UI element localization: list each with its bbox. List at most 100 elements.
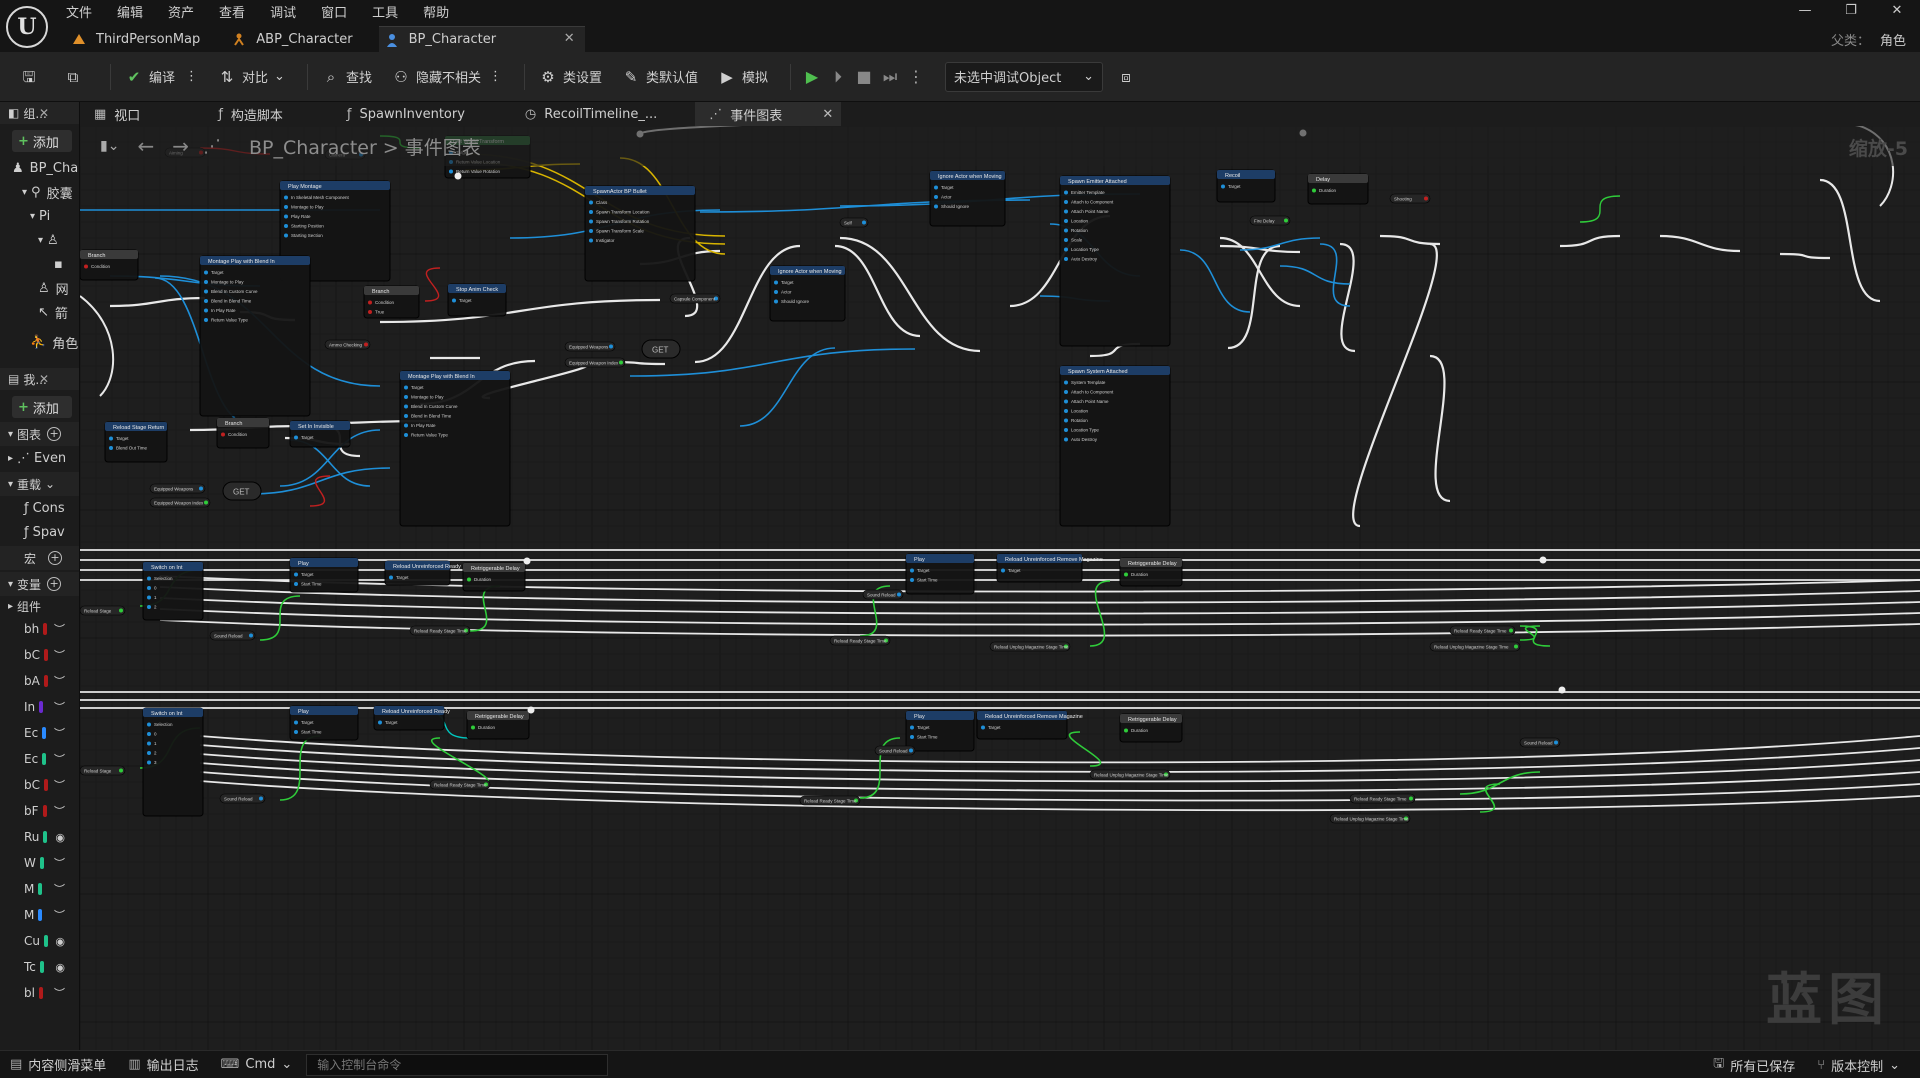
- eject-button[interactable]: ⏭︎: [877, 62, 903, 92]
- console-input[interactable]: 输入控制台命令: [306, 1053, 609, 1076]
- compile-button[interactable]: ✔ 编译 ⋮: [119, 62, 204, 92]
- eye-icon[interactable]: ◉: [55, 935, 65, 948]
- eye-closed-icon[interactable]: ︶: [54, 907, 65, 923]
- tab-abp-character[interactable]: ABP_Character: [226, 26, 366, 52]
- menu-window[interactable]: 窗口: [321, 0, 359, 22]
- bookmark-icon[interactable]: ▮⌄: [100, 138, 119, 154]
- play-button[interactable]: ▶: [799, 62, 825, 92]
- back-arrow-icon[interactable]: ←: [137, 134, 154, 158]
- tree-item-web[interactable]: ♙ 网: [0, 276, 79, 300]
- variable-item[interactable]: bC ︶: [0, 772, 79, 798]
- output-log-button[interactable]: ▥ 输出日志: [128, 1055, 198, 1074]
- variable-item[interactable]: Cu ◉: [0, 928, 79, 954]
- source-control-button[interactable]: ⑂ 版本控制 ⌄: [1817, 1056, 1900, 1075]
- add-member-button[interactable]: + 添加: [12, 396, 72, 418]
- variable-item[interactable]: bF ︶: [0, 798, 79, 824]
- add-variable-icon[interactable]: +: [47, 577, 62, 591]
- variable-item[interactable]: W ︶: [0, 850, 79, 876]
- variable-item[interactable]: M ︶: [0, 902, 79, 928]
- simulate-button[interactable]: ▶ 模拟: [712, 62, 774, 92]
- class-defaults-button[interactable]: ✎ 类默认值: [616, 62, 704, 92]
- menu-asset[interactable]: 资产: [168, 0, 206, 22]
- breadcrumb-root[interactable]: BP_Character: [249, 137, 377, 159]
- hide-options-icon[interactable]: ⋮: [489, 69, 502, 84]
- function-item-spawn[interactable]: ƒ Spav: [0, 520, 79, 544]
- add-graph-icon[interactable]: +: [47, 427, 62, 441]
- variable-item[interactable]: Tc ◉: [0, 954, 79, 980]
- eye-closed-icon[interactable]: ︶: [54, 985, 65, 1001]
- menu-edit[interactable]: 编辑: [117, 0, 155, 22]
- variable-item[interactable]: Ru ◉: [0, 824, 79, 850]
- tree-item-child[interactable]: ▪: [0, 252, 79, 276]
- tab-third-person-map[interactable]: ThirdPersonMap: [66, 26, 214, 52]
- function-item-construction[interactable]: ƒ Cons: [0, 496, 79, 520]
- menu-help[interactable]: 帮助: [423, 0, 461, 22]
- event-graph-canvas[interactable]: Get World TransformTargetReturn Value Lo…: [80, 126, 1920, 1050]
- forward-arrow-icon[interactable]: →: [172, 134, 189, 158]
- eye-closed-icon[interactable]: ︶: [54, 881, 65, 897]
- tab-spawn-inventory[interactable]: ƒ SpawnInventory: [333, 102, 479, 126]
- compile-options-icon[interactable]: ⋮: [185, 69, 198, 84]
- eye-closed-icon[interactable]: ︶: [54, 699, 65, 715]
- variable-item[interactable]: Ec ︶: [0, 746, 79, 772]
- tab-viewport[interactable]: ▦ 视口: [80, 102, 154, 126]
- eye-closed-icon[interactable]: ︶: [54, 725, 65, 741]
- debug-filter-button[interactable]: ⧈: [1111, 62, 1147, 92]
- close-panel-icon[interactable]: ✕: [39, 106, 49, 120]
- minimize-icon[interactable]: —: [1782, 0, 1828, 22]
- find-button[interactable]: ⌕ 查找: [316, 62, 378, 92]
- browse-button[interactable]: ⧉: [58, 62, 94, 92]
- eye-closed-icon[interactable]: ︶: [54, 751, 65, 767]
- eye-closed-icon[interactable]: ︶: [54, 803, 65, 819]
- save-button[interactable]: 🖫: [14, 62, 50, 92]
- stop-button[interactable]: ■: [851, 62, 877, 92]
- tab-recoil-timeline[interactable]: ◷ RecoilTimeline_...: [511, 102, 671, 126]
- eye-icon[interactable]: ◉: [55, 831, 65, 844]
- tree-item-root[interactable]: ♟ BP_Char: [0, 156, 79, 180]
- variable-item[interactable]: bA ︶: [0, 668, 79, 694]
- tree-item-capsule[interactable]: ▾ ⚲ 胶囊: [0, 180, 79, 204]
- variable-category-components[interactable]: ▸ 组件: [0, 596, 79, 616]
- section-variables[interactable]: ▾ 变量 +: [0, 572, 79, 596]
- section-macros[interactable]: 宏 +: [0, 546, 79, 570]
- add-component-button[interactable]: + 添加: [12, 130, 72, 152]
- all-saved-button[interactable]: 🖫 所有已保存: [1713, 1054, 1795, 1076]
- close-panel-icon[interactable]: ✕: [39, 372, 49, 386]
- menu-file[interactable]: 文件: [66, 0, 104, 22]
- section-graphs[interactable]: ▾ 图表 +: [0, 422, 79, 446]
- diff-button[interactable]: ⇅ 对比 ⌄: [212, 62, 291, 92]
- menu-tools[interactable]: 工具: [372, 0, 410, 22]
- content-drawer-button[interactable]: ▤ 内容侧滑菜单: [10, 1055, 106, 1074]
- tab-event-graph[interactable]: ⋰ 事件图表 ✕: [695, 102, 842, 126]
- tree-item-mesh[interactable]: ▾ ♙: [0, 228, 79, 252]
- menu-debug[interactable]: 调试: [270, 0, 308, 22]
- eye-closed-icon[interactable]: ︶: [54, 647, 65, 663]
- close-tab-icon[interactable]: ✕: [564, 31, 575, 46]
- eye-closed-icon[interactable]: ︶: [54, 777, 65, 793]
- variable-item[interactable]: bC ︶: [0, 642, 79, 668]
- eye-closed-icon[interactable]: ︶: [54, 855, 65, 871]
- class-settings-button[interactable]: ⚙ 类设置: [533, 62, 608, 92]
- variable-item[interactable]: bh ︶: [0, 616, 79, 642]
- cmd-select[interactable]: ⌨ Cmd ⌄: [221, 1057, 293, 1072]
- close-tab-icon[interactable]: ✕: [822, 107, 833, 122]
- graph-item-event[interactable]: ▸ ⋰ Even: [0, 446, 79, 470]
- variable-item[interactable]: Ec ︶: [0, 720, 79, 746]
- menu-view[interactable]: 查看: [219, 0, 257, 22]
- add-macro-icon[interactable]: +: [48, 551, 63, 565]
- step-button[interactable]: ⏵︎: [825, 62, 851, 92]
- debug-object-select[interactable]: 未选中调试Object ⌄: [945, 61, 1104, 92]
- eye-icon[interactable]: ◉: [55, 961, 65, 974]
- variable-item[interactable]: bl ︶: [0, 980, 79, 1006]
- eye-closed-icon[interactable]: ︶: [54, 673, 65, 689]
- unreal-logo-icon[interactable]: U: [6, 6, 48, 48]
- variable-item[interactable]: M ︶: [0, 876, 79, 902]
- parent-class-value[interactable]: 角色: [1880, 34, 1906, 49]
- tree-item-movement[interactable]: ⛹ 角色: [0, 330, 79, 354]
- tree-item-pi[interactable]: ▾ Pi: [0, 204, 79, 228]
- tab-bp-character[interactable]: BP_Character ✕: [378, 26, 585, 52]
- variable-item[interactable]: In ︶: [0, 694, 79, 720]
- restore-icon[interactable]: ❐: [1828, 0, 1874, 22]
- eye-closed-icon[interactable]: ︶: [54, 621, 65, 637]
- tab-construction-script[interactable]: ƒ 构造脚本: [204, 102, 297, 126]
